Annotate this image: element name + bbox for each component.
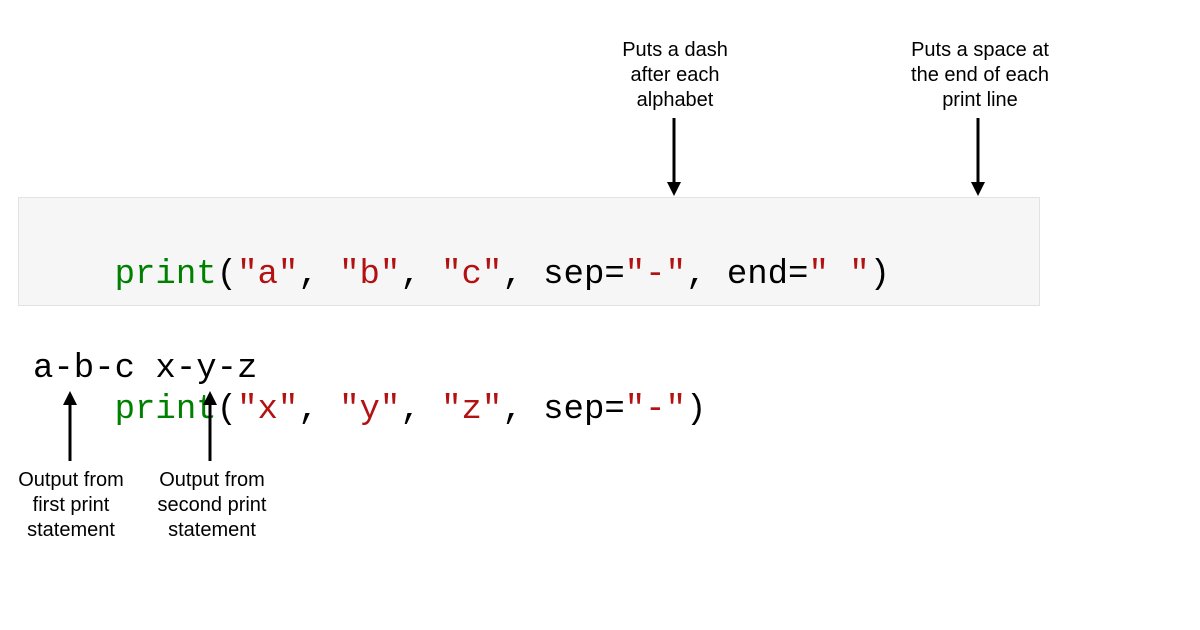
token-str-b: "b" [339,256,400,294]
token-end-kw: end [727,256,788,294]
token-eq: = [604,391,624,429]
code-block: print("a", "b", "c", sep="-", end=" ") p… [18,197,1040,306]
arrow-out1-up [67,391,73,461]
token-str-y: "y" [339,391,400,429]
token-comma: , [686,256,727,294]
annotation-out2: Output from second print statement [148,468,276,543]
code-line-1: print("a", "b", "c", sep="-", end=" ") [33,208,1025,343]
token-comma: , [298,256,339,294]
token-eq: = [604,256,624,294]
arrow-out2-up [207,391,213,461]
token-str-c: "c" [441,256,502,294]
token-print: print [115,256,217,294]
annotation-sep: Puts a dash after each alphabet [585,38,765,113]
token-comma: , [400,391,441,429]
token-comma: , [400,256,441,294]
output-text: a-b-c x-y-z [33,350,257,388]
token-eq: = [788,256,808,294]
token-comma: , [298,391,339,429]
token-close: ) [870,256,890,294]
token-open: ( [217,391,237,429]
token-sep-kw: sep [543,256,604,294]
token-comma: , [502,391,543,429]
token-str-z: "z" [441,391,502,429]
token-sep-kw: sep [543,391,604,429]
arrow-sep-down [671,118,677,196]
token-close: ) [686,391,706,429]
token-sep-val: "-" [625,256,686,294]
token-print: print [115,391,217,429]
token-open: ( [217,256,237,294]
token-str-a: "a" [237,256,298,294]
annotation-out1: Output from first print statement [12,468,130,543]
token-comma: , [502,256,543,294]
annotation-end: Puts a space at the end of each print li… [880,38,1080,113]
token-sep-val: "-" [625,391,686,429]
arrow-end-down [975,118,981,196]
token-end-val: " " [808,256,869,294]
token-str-x: "x" [237,391,298,429]
